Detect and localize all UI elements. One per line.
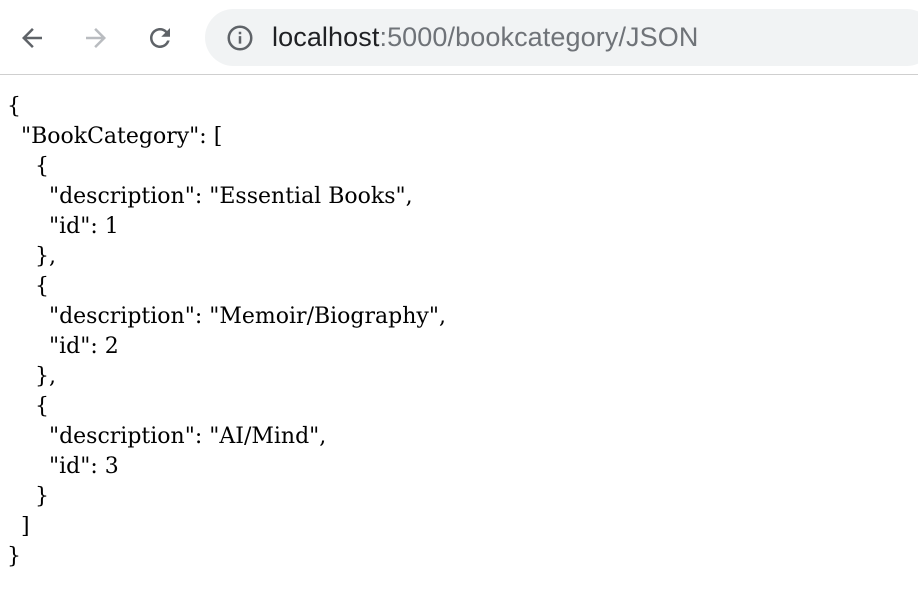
back-button[interactable]	[13, 19, 51, 57]
json-line: {	[7, 154, 49, 179]
json-line: "id": 2	[7, 334, 119, 359]
json-line: }	[7, 544, 21, 569]
url-path: :5000/bookcategory/JSON	[379, 22, 699, 52]
json-line: {	[7, 394, 49, 419]
json-line: "description": "Essential Books",	[7, 184, 413, 209]
json-line: {	[7, 94, 21, 119]
json-line: "BookCategory": [	[7, 124, 223, 149]
reload-icon	[150, 28, 170, 48]
reload-button[interactable]	[141, 19, 179, 57]
json-line: "description": "AI/Mind",	[7, 424, 327, 449]
info-circle-icon[interactable]	[225, 23, 255, 53]
browser-toolbar: localhost:5000/bookcategory/JSON	[0, 0, 918, 75]
json-line: },	[7, 364, 56, 389]
url-text[interactable]: localhost:5000/bookcategory/JSON	[272, 22, 698, 53]
json-line: }	[7, 484, 49, 509]
address-bar[interactable]: localhost:5000/bookcategory/JSON	[205, 9, 918, 66]
arrow-left-icon	[22, 28, 42, 48]
json-line: "description": "Memoir/Biography",	[7, 304, 446, 329]
json-line: },	[7, 244, 56, 269]
json-line: ]	[7, 514, 30, 539]
json-line: {	[7, 274, 49, 299]
forward-button[interactable]	[77, 19, 115, 57]
json-response-body: { "BookCategory": [ { "description": "Es…	[7, 92, 446, 572]
json-line: "id": 1	[7, 214, 119, 239]
arrow-right-icon	[86, 28, 106, 48]
json-line: "id": 3	[7, 454, 119, 479]
url-host: localhost	[272, 22, 380, 52]
